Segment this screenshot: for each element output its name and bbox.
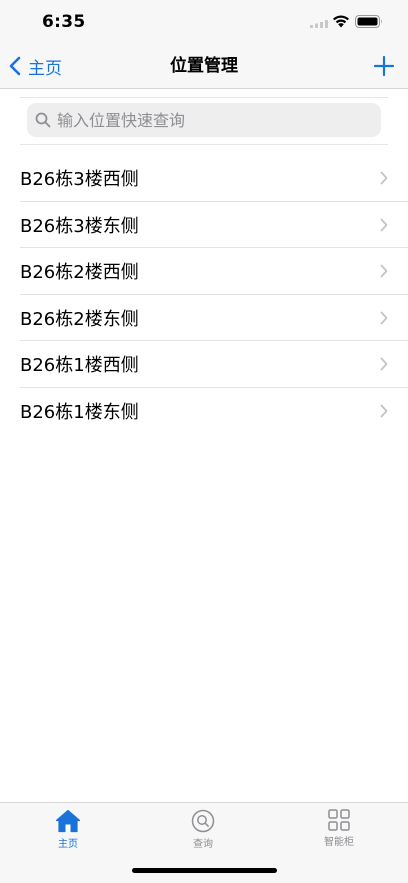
list-item-label: B26栋2楼西侧 bbox=[20, 262, 139, 284]
divider bbox=[20, 97, 388, 98]
list-item-label: B26栋2楼东侧 bbox=[20, 308, 139, 330]
tab-search[interactable]: 查询 bbox=[153, 809, 253, 850]
chevron-right-icon bbox=[380, 357, 388, 371]
search-input[interactable] bbox=[57, 110, 357, 130]
list-item-label: B26栋1楼西侧 bbox=[20, 355, 139, 377]
divider bbox=[20, 144, 388, 145]
status-time: 6:35 bbox=[42, 12, 86, 32]
plus-icon[interactable] bbox=[372, 54, 396, 78]
chevron-right-icon bbox=[380, 171, 388, 185]
back-button[interactable]: 主页 bbox=[8, 44, 62, 88]
tab-smart-cabinet-label: 智能柜 bbox=[324, 837, 354, 848]
list-item[interactable]: B26栋1楼西侧 bbox=[0, 341, 408, 388]
search-circle-icon bbox=[191, 809, 215, 833]
signal-icon bbox=[310, 20, 328, 28]
grid-icon bbox=[328, 809, 350, 831]
list-item-label: B26栋3楼西侧 bbox=[20, 169, 139, 191]
chevron-right-icon bbox=[380, 311, 388, 325]
tab-smart-cabinet[interactable]: 智能柜 bbox=[289, 809, 389, 848]
chevron-left-icon bbox=[9, 56, 21, 76]
list-item[interactable]: B26栋3楼西侧 bbox=[0, 155, 408, 202]
tab-search-label: 查询 bbox=[193, 839, 213, 850]
tab-home-label: 主页 bbox=[58, 839, 78, 850]
list-item[interactable]: B26栋1楼东侧 bbox=[0, 388, 408, 435]
location-list: B26栋3楼西侧 B26栋3楼东侧 B26栋2楼西侧 B26栋2楼东侧 B26栋1楼西侧… bbox=[0, 155, 408, 434]
search-icon bbox=[35, 112, 51, 128]
chevron-right-icon bbox=[380, 404, 388, 418]
navigation-bar: 位置管理 主页 bbox=[0, 44, 408, 89]
battery-icon bbox=[355, 15, 382, 28]
tab-home[interactable]: 主页 bbox=[18, 809, 118, 850]
list-item-label: B26栋3楼东侧 bbox=[20, 215, 139, 237]
status-bar: 6:35 bbox=[0, 0, 408, 44]
list-item-label: B26栋1楼东侧 bbox=[20, 401, 139, 423]
search-area bbox=[0, 89, 408, 145]
list-item[interactable]: B26栋3楼东侧 bbox=[0, 202, 408, 249]
app-screen: 6:35 位置管理 主页 输入位置快速查询 B26栋3楼西侧 B26栋3楼东侧 … bbox=[0, 0, 408, 883]
chevron-right-icon bbox=[380, 218, 388, 232]
home-indicator bbox=[132, 868, 277, 873]
list-item[interactable]: B26栋2楼西侧 bbox=[0, 248, 408, 295]
chevron-right-icon bbox=[380, 264, 388, 278]
home-icon bbox=[55, 809, 81, 833]
list-item[interactable]: B26栋2楼东侧 bbox=[0, 295, 408, 342]
back-button-label: 主页 bbox=[28, 58, 62, 79]
wifi-icon bbox=[333, 15, 349, 28]
search-bar[interactable] bbox=[27, 103, 381, 137]
